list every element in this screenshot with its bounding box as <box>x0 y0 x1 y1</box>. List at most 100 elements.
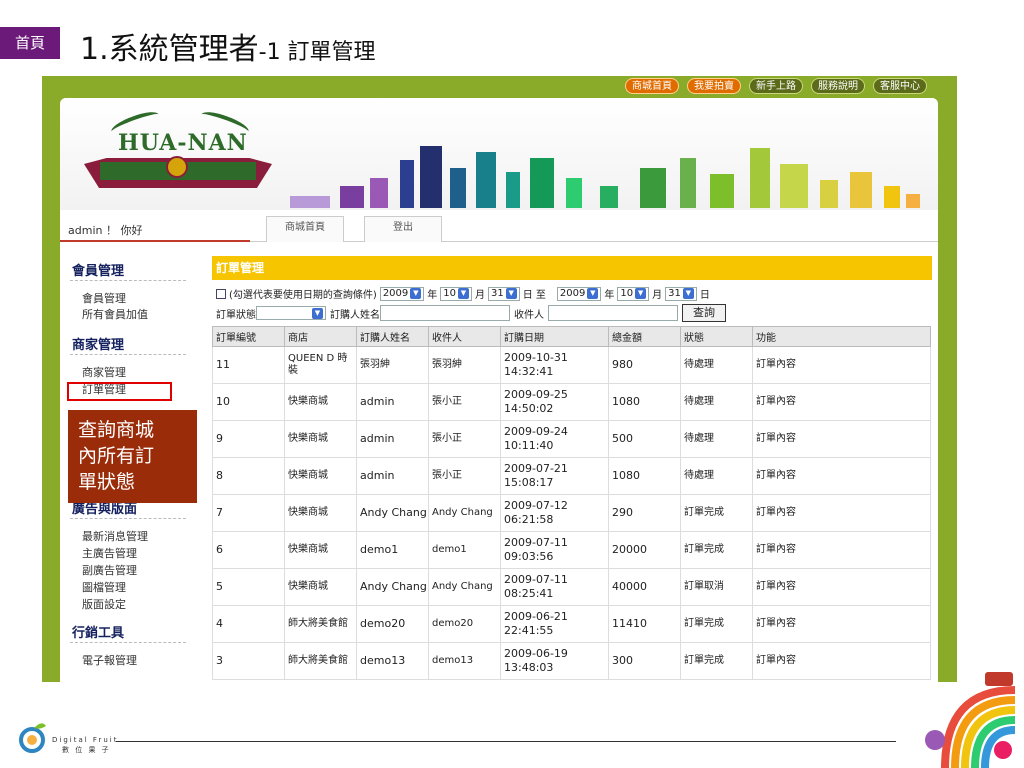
nav-service-info[interactable]: 服務說明 <box>811 78 865 94</box>
table-row: 6 快樂商城 demo1 demo1 2009-07-11 09:03:56 20000 訂… <box>212 531 931 569</box>
use-date-checkbox[interactable] <box>216 288 226 299</box>
nav-auction[interactable]: 我要拍賣 <box>687 78 741 94</box>
cell-order-detail-link[interactable]: 訂單內容 <box>752 383 931 421</box>
from-month-select[interactable]: 10 ▼ <box>440 286 472 301</box>
to-year-select[interactable]: 2009 ▼ <box>556 286 602 301</box>
cell-order-detail-link[interactable]: 訂單內容 <box>752 642 931 680</box>
sidebar-item-shop-admin[interactable]: 商家管理 <box>82 364 126 380</box>
slide: 首頁 1.系統管理者-1 訂單管理 商城首頁 我要拍賣 新手上路 服務說明 客服… <box>0 0 1024 768</box>
cell-buyer: demo20 <box>356 605 429 643</box>
date-filter-label: (勾選代表要使用日期的查詢條件) <box>229 290 377 301</box>
table-row: 10 快樂商城 admin 張小正 2009-09-25 14:50:02 1080 待處理… <box>212 383 931 421</box>
cell-status: 訂單取消 <box>680 568 753 606</box>
home-tab[interactable]: 首頁 <box>0 27 60 59</box>
cell-order-detail-link[interactable]: 訂單內容 <box>752 457 931 495</box>
site-logo[interactable]: HUA-NAN <box>118 130 248 156</box>
cell-buyer: demo1 <box>356 531 429 569</box>
nav-beginner[interactable]: 新手上路 <box>749 78 803 94</box>
day-to-label: 日 至 <box>522 290 546 301</box>
cell-buyer: 張羽紳 <box>356 346 429 384</box>
cell-order-detail-link[interactable]: 訂單內容 <box>752 494 931 532</box>
to-day-select[interactable]: 31 ▼ <box>665 286 697 301</box>
cell-status: 待處理 <box>680 346 753 384</box>
to-year-value: 2009 <box>559 288 586 299</box>
tab-mall-home[interactable]: 商城首頁 <box>266 216 344 242</box>
sidebar-item-main-ads[interactable]: 主廣告管理 <box>82 545 137 561</box>
col-total[interactable]: 總金額 <box>608 326 681 347</box>
screenshot-frame: 商城首頁 我要拍賣 新手上路 服務說明 客服中心 HUA-NAN admin ！… <box>42 76 957 682</box>
cell-order-detail-link[interactable]: 訂單內容 <box>752 346 931 384</box>
from-year-select[interactable]: 2009 ▼ <box>379 286 425 301</box>
cell-order-detail-link[interactable]: 訂單內容 <box>752 605 931 643</box>
cell-order-date: 2009-07-11 08:25:41 <box>500 568 609 606</box>
callout-line: 查詢商城 <box>78 419 155 441</box>
from-day-select[interactable]: 31 ▼ <box>488 286 520 301</box>
query-button[interactable]: 查詢 <box>682 304 726 322</box>
col-status[interactable]: 狀態 <box>680 326 753 347</box>
cell-buyer: admin <box>356 457 429 495</box>
from-year-value: 2009 <box>382 288 409 299</box>
cell-buyer: demo13 <box>356 642 429 680</box>
table-row: 4 師大將美食館 demo20 demo20 2009-06-21 22:41:55 11… <box>212 605 931 643</box>
receiver-filter-label: 收件人 <box>514 309 544 321</box>
sidebar-item-member-admin[interactable]: 會員管理 <box>82 290 126 306</box>
col-function[interactable]: 功能 <box>752 326 931 347</box>
sidebar-divider <box>70 642 186 643</box>
cell-order-detail-link[interactable]: 訂單內容 <box>752 420 931 458</box>
table-row: 9 快樂商城 admin 張小正 2009-09-24 10:11:40 500 待處理 訂單… <box>212 420 931 458</box>
site-banner: HUA-NAN <box>60 98 938 210</box>
sidebar-item-layout[interactable]: 版面設定 <box>82 596 126 612</box>
cell-order-id: 8 <box>212 457 285 495</box>
status-select[interactable]: ▼ <box>256 306 326 320</box>
cell-order-detail-link[interactable]: 訂單內容 <box>752 531 931 569</box>
user-bar-underline <box>60 240 250 242</box>
cell-receiver: 張羽紳 <box>428 346 501 384</box>
col-receiver[interactable]: 收件人 <box>428 326 501 347</box>
cell-order-date: 2009-07-21 15:08:17 <box>500 457 609 495</box>
cell-order-id: 9 <box>212 420 285 458</box>
cell-receiver: Andy Chang <box>428 494 501 532</box>
year-label: 年 <box>604 290 615 301</box>
callout-line: 內所有訂 <box>78 445 155 467</box>
col-order-date[interactable]: 訂購日期 <box>500 326 609 347</box>
receiver-input[interactable] <box>548 305 678 321</box>
day-label: 日 <box>699 290 710 301</box>
col-buyer[interactable]: 訂購人姓名 <box>356 326 429 347</box>
sidebar-item-newsletter[interactable]: 電子報管理 <box>82 652 137 668</box>
cell-shop: QUEEN D 時裝 <box>284 346 357 384</box>
cell-receiver: 張小正 <box>428 383 501 421</box>
sidebar-item-images[interactable]: 圖檔管理 <box>82 579 126 595</box>
chevron-down-icon: ▼ <box>635 288 647 299</box>
from-month-value: 10 <box>443 288 456 299</box>
user-greeting: admin ！ 你好 <box>68 224 143 237</box>
buyer-name-input[interactable] <box>380 305 510 321</box>
cell-order-detail-link[interactable]: 訂單內容 <box>752 568 931 606</box>
cell-order-date: 2009-10-31 14:32:41 <box>500 346 609 384</box>
cell-receiver: 張小正 <box>428 457 501 495</box>
month-label: 月 <box>475 290 485 301</box>
to-month-select[interactable]: 10 ▼ <box>617 286 650 301</box>
table-row: 3 師大將美食館 demo13 demo13 2009-06-19 13:48:03 30… <box>212 642 931 680</box>
sidebar-item-sub-ads[interactable]: 副廣告管理 <box>82 562 137 578</box>
sidebar-item-member-topup[interactable]: 所有會員加值 <box>82 306 148 322</box>
cell-receiver: 張小正 <box>428 420 501 458</box>
cell-status: 待處理 <box>680 420 753 458</box>
tab-logout[interactable]: 登出 <box>364 216 442 242</box>
cell-shop: 師大將美食館 <box>284 605 357 643</box>
to-month-value: 10 <box>620 288 634 299</box>
cell-order-id: 7 <box>212 494 285 532</box>
nav-mall-home[interactable]: 商城首頁 <box>625 78 679 94</box>
sidebar-head-marketing: 行銷工具 <box>72 626 125 641</box>
cell-total: 300 <box>608 642 681 680</box>
nav-customer-service[interactable]: 客服中心 <box>873 78 927 94</box>
cell-order-date: 2009-06-21 22:41:55 <box>500 605 609 643</box>
user-bar: admin ！ 你好 商城首頁 登出 <box>60 216 938 242</box>
table-row: 5 快樂商城 Andy Chang Andy Chang 2009-07-11 08:2… <box>212 568 931 606</box>
col-shop[interactable]: 商店 <box>284 326 357 347</box>
to-day-value: 31 <box>668 288 681 299</box>
col-order-id[interactable]: 訂單編號 <box>212 326 285 347</box>
sidebar-item-news[interactable]: 最新消息管理 <box>82 528 148 544</box>
cell-shop: 快樂商城 <box>284 531 357 569</box>
top-nav: 商城首頁 我要拍賣 新手上路 服務說明 客服中心 <box>625 78 927 94</box>
city-skyline-illustration <box>280 138 930 208</box>
